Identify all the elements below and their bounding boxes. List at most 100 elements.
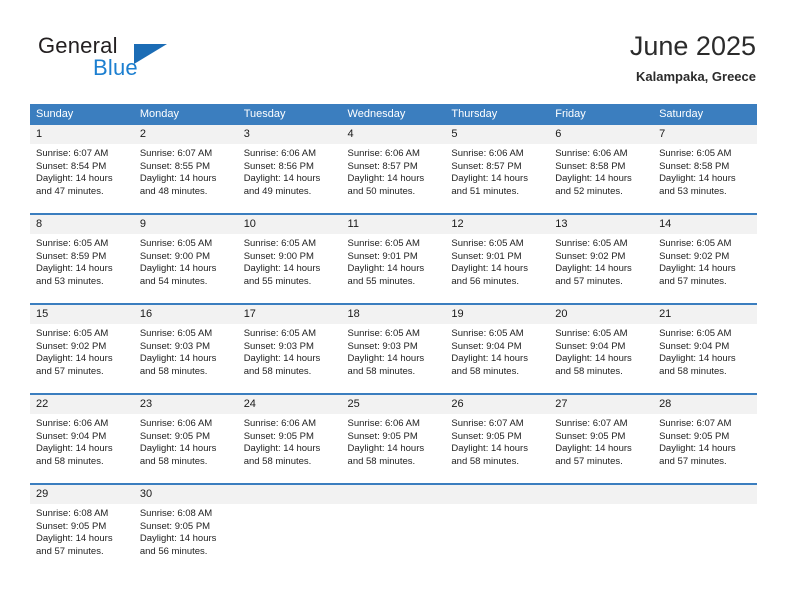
calendar-day[interactable]: 18 Sunrise: 6:05 AM Sunset: 9:03 PM Dayligh… [341,305,446,393]
calendar-cell: 15 Sunrise: 6:05 AM Sunset: 9:02 PM Dayligh… [30,304,134,394]
day-number: 21 [653,305,757,324]
calendar-day[interactable]: 23 Sunrise: 6:06 AM Sunset: 9:05 PM Dayligh… [133,395,238,483]
sunset-text: Sunset: 9:03 PM [243,340,314,352]
calendar-day[interactable]: 13 Sunrise: 6:05 AM Sunset: 9:02 PM Dayligh… [549,215,654,303]
calendar-day[interactable]: 26 Sunrise: 6:07 AM Sunset: 9:05 PM Dayligh… [445,395,550,483]
day-number: 11 [341,215,446,234]
sunrise-text: Sunrise: 6:05 AM [347,328,420,339]
weekday-header-thursday: Thursday [445,104,550,125]
calendar-day[interactable]: 15 Sunrise: 6:05 AM Sunset: 9:02 PM Dayligh… [30,305,134,393]
sunrise-text: Sunrise: 6:05 AM [139,238,213,249]
calendar-cell [653,484,757,573]
calendar-cell: 22 Sunrise: 6:06 AM Sunset: 9:04 PM Dayligh… [30,394,134,484]
calendar-day[interactable]: 24 Sunrise: 6:06 AM Sunset: 9:05 PM Dayligh… [237,395,342,483]
calendar-day[interactable]: 17 Sunrise: 6:05 AM Sunset: 9:03 PM Dayligh… [237,305,342,393]
sunset-text: Sunset: 9:01 PM [451,250,522,262]
calendar-cell: 18 Sunrise: 6:05 AM Sunset: 9:03 PM Dayligh… [341,304,446,394]
brand-logo[interactable]: General Blue [38,33,238,85]
calendar-cell: 13 Sunrise: 6:05 AM Sunset: 9:02 PM Dayligh… [549,214,654,304]
day-number: 18 [341,305,446,324]
daylight-text: Daylight: 14 hours and 58 minutes. [451,353,528,377]
daylight-text: Daylight: 14 hours and 54 minutes. [139,263,217,287]
calendar-day[interactable]: 11 Sunrise: 6:05 AM Sunset: 9:01 PM Dayligh… [341,215,446,303]
calendar-day[interactable]: 10 Sunrise: 6:05 AM Sunset: 9:00 PM Dayligh… [237,215,342,303]
sunset-text: Sunset: 9:02 PM [36,340,107,352]
day-number [237,485,342,504]
calendar-week-row: 15 Sunrise: 6:05 AM Sunset: 9:02 PM Dayligh… [30,304,757,394]
sunset-text: Sunset: 9:03 PM [139,340,211,352]
calendar-day[interactable]: 21 Sunrise: 6:05 AM Sunset: 9:04 PM Dayligh… [653,305,757,393]
calendar-day[interactable]: 20 Sunrise: 6:05 AM Sunset: 9:04 PM Dayligh… [549,305,654,393]
calendar-day-empty [341,485,446,573]
day-number: 10 [237,215,342,234]
calendar-cell [445,484,550,573]
day-number: 23 [133,395,238,414]
daylight-text: Daylight: 14 hours and 57 minutes. [555,443,632,467]
day-number: 3 [237,125,342,144]
calendar-day[interactable]: 8 Sunrise: 6:05 AM Sunset: 8:59 PM Daylight… [30,215,134,303]
calendar-day[interactable]: 4 Sunrise: 6:06 AM Sunset: 8:57 PM Daylight… [341,125,446,213]
sunrise-text: Sunrise: 6:06 AM [243,418,317,429]
calendar-cell: 2 Sunrise: 6:07 AM Sunset: 8:55 PM Daylight… [133,125,238,214]
calendar-day[interactable]: 14 Sunrise: 6:05 AM Sunset: 9:02 PM Dayligh… [653,215,757,303]
day-number: 27 [549,395,654,414]
day-number: 30 [133,485,238,504]
day-details: Sunrise: 6:05 AM Sunset: 9:03 PM Daylight:… [134,324,238,378]
calendar-day[interactable]: 27 Sunrise: 6:07 AM Sunset: 9:05 PM Dayligh… [549,395,654,483]
calendar-cell [237,484,342,573]
day-details: Sunrise: 6:08 AM Sunset: 9:05 PM Daylight:… [30,504,134,558]
daylight-text: Daylight: 14 hours and 57 minutes. [659,443,736,467]
calendar-body: 1 Sunrise: 6:07 AM Sunset: 8:54 PM Daylight… [30,125,757,573]
weekday-header-monday: Monday [133,104,238,125]
day-details: Sunrise: 6:05 AM Sunset: 9:01 PM Daylight:… [342,234,446,288]
daylight-text: Daylight: 14 hours and 57 minutes. [36,533,113,557]
sunrise-text: Sunrise: 6:05 AM [36,238,109,249]
weekday-header-friday: Friday [549,104,654,125]
sunset-text: Sunset: 9:05 PM [139,520,211,532]
calendar-day[interactable]: 3 Sunrise: 6:06 AM Sunset: 8:56 PM Daylight… [237,125,342,213]
calendar-day[interactable]: 12 Sunrise: 6:05 AM Sunset: 9:01 PM Dayligh… [445,215,550,303]
day-details: Sunrise: 6:05 AM Sunset: 9:02 PM Daylight:… [653,234,757,288]
calendar-cell: 21 Sunrise: 6:05 AM Sunset: 9:04 PM Dayligh… [653,304,757,394]
daylight-text: Daylight: 14 hours and 57 minutes. [659,263,736,287]
daylight-text: Daylight: 14 hours and 55 minutes. [347,263,425,287]
weekday-header-saturday: Saturday [653,104,757,125]
calendar-day[interactable]: 25 Sunrise: 6:06 AM Sunset: 9:05 PM Dayligh… [341,395,446,483]
calendar-header-row: Sunday Monday Tuesday Wednesday Thursday… [30,104,757,125]
sunset-text: Sunset: 8:56 PM [243,160,314,172]
calendar-day[interactable]: 22 Sunrise: 6:06 AM Sunset: 9:04 PM Dayligh… [30,395,134,483]
sunset-text: Sunset: 9:02 PM [555,250,626,262]
daylight-text: Daylight: 14 hours and 52 minutes. [555,173,632,197]
calendar-day[interactable]: 19 Sunrise: 6:05 AM Sunset: 9:04 PM Dayligh… [445,305,550,393]
day-number: 17 [237,305,342,324]
day-number: 19 [445,305,550,324]
sunrise-text: Sunrise: 6:05 AM [659,148,732,159]
sunset-text: Sunset: 8:58 PM [555,160,626,172]
sunrise-text: Sunrise: 6:07 AM [139,148,213,159]
sunset-text: Sunset: 9:00 PM [139,250,211,262]
day-number: 22 [30,395,134,414]
day-number: 4 [341,125,446,144]
calendar-day[interactable]: 16 Sunrise: 6:05 AM Sunset: 9:03 PM Dayligh… [133,305,238,393]
calendar-day[interactable]: 29 Sunrise: 6:08 AM Sunset: 9:05 PM Dayligh… [30,485,134,573]
calendar-day[interactable]: 6 Sunrise: 6:06 AM Sunset: 8:58 PM Daylight… [549,125,654,213]
calendar-day[interactable]: 7 Sunrise: 6:05 AM Sunset: 8:58 PM Daylight… [653,125,757,213]
calendar-cell: 14 Sunrise: 6:05 AM Sunset: 9:02 PM Dayligh… [653,214,757,304]
calendar-table: Sunday Monday Tuesday Wednesday Thursday… [30,104,757,573]
sunrise-text: Sunrise: 6:06 AM [139,418,213,429]
calendar-day[interactable]: 9 Sunrise: 6:05 AM Sunset: 9:00 PM Daylight… [133,215,238,303]
day-number [653,485,757,504]
daylight-text: Daylight: 14 hours and 58 minutes. [243,443,321,467]
day-details: Sunrise: 6:06 AM Sunset: 8:57 PM Daylight:… [342,144,446,198]
sunset-text: Sunset: 9:05 PM [659,430,730,442]
day-details: Sunrise: 6:06 AM Sunset: 8:58 PM Daylight:… [549,144,653,198]
calendar-day[interactable]: 5 Sunrise: 6:06 AM Sunset: 8:57 PM Daylight… [445,125,550,213]
calendar-day-empty [237,485,342,573]
sunset-text: Sunset: 9:05 PM [36,520,107,532]
calendar-day[interactable]: 30 Sunrise: 6:08 AM Sunset: 9:05 PM Dayligh… [133,485,238,573]
sunset-text: Sunset: 9:05 PM [555,430,626,442]
calendar-day[interactable]: 28 Sunrise: 6:07 AM Sunset: 9:05 PM Dayligh… [653,395,757,483]
calendar-day[interactable]: 2 Sunrise: 6:07 AM Sunset: 8:55 PM Daylight… [133,125,238,213]
calendar-day[interactable]: 1 Sunrise: 6:07 AM Sunset: 8:54 PM Daylight… [30,125,134,213]
calendar-week-row: 1 Sunrise: 6:07 AM Sunset: 8:54 PM Daylight… [30,125,757,214]
